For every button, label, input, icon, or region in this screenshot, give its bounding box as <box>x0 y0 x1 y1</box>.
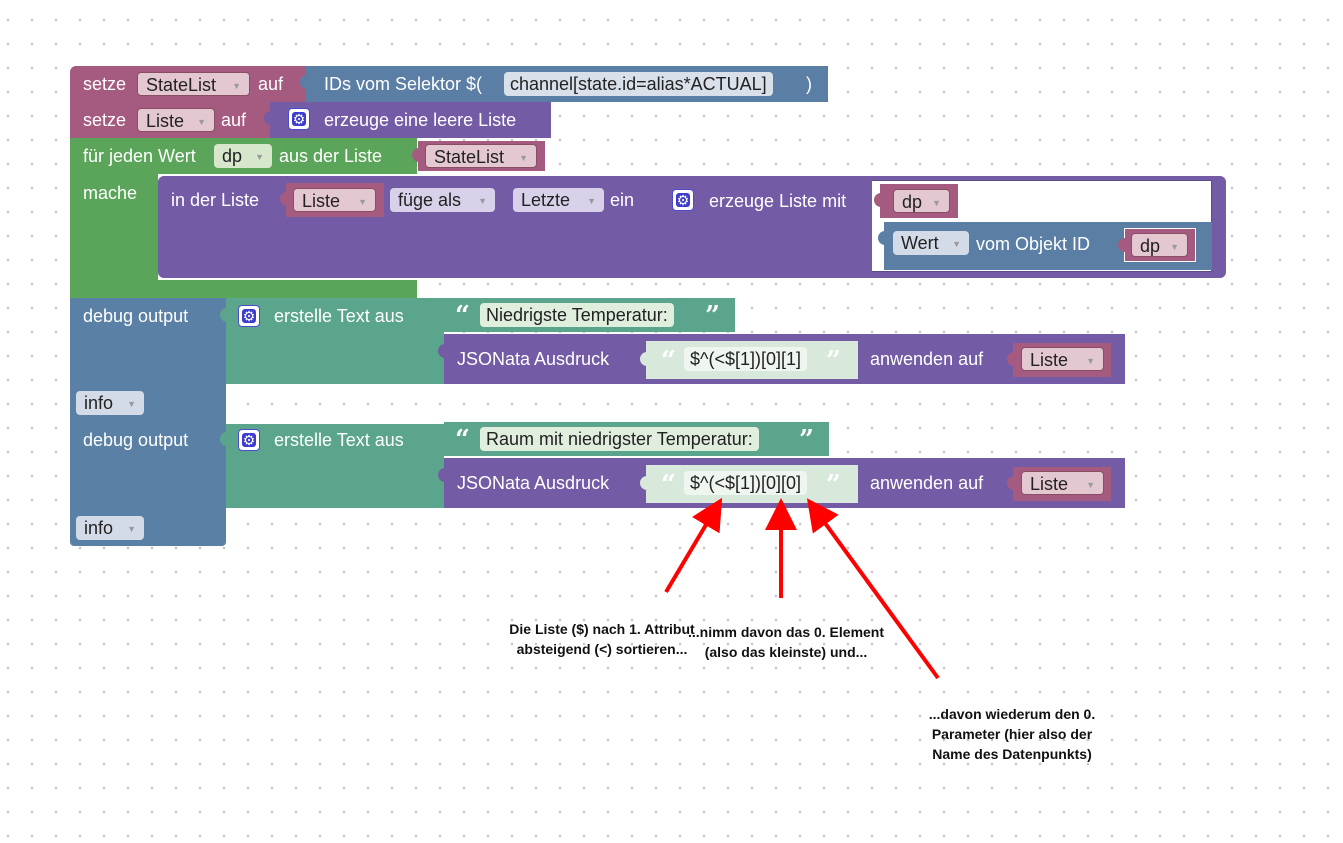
liste-apply-dropdown-1[interactable]: Liste <box>1021 347 1104 373</box>
connector-tab <box>1118 238 1125 252</box>
close-quote-icon: ” <box>705 301 720 331</box>
annotation-sort: Die Liste ($) nach 1. Attribut absteigen… <box>509 621 695 657</box>
jsonata-expr-input-2[interactable]: $^(<$[1])[0][0] <box>684 471 808 495</box>
auf-label: auf <box>258 74 284 94</box>
connector-tab <box>1007 476 1014 490</box>
apply-on-label: anwenden auf <box>870 349 984 369</box>
statelist-variable-dropdown[interactable]: StateList <box>137 72 250 98</box>
annotation-element: ...nimm davon das 0. Element (also das k… <box>687 624 885 660</box>
connector-tab <box>264 111 271 125</box>
gear-icon[interactable] <box>238 429 260 451</box>
liste-apply-dropdown-2[interactable]: Liste <box>1021 471 1104 497</box>
ein-label: ein <box>610 190 635 210</box>
connector-tab <box>438 308 445 322</box>
open-quote-icon: “ <box>455 301 470 331</box>
statelist-dropdown[interactable]: StateList <box>425 144 537 170</box>
gear-icon[interactable] <box>672 189 694 211</box>
insert-position-dropdown[interactable]: Letzte <box>513 188 604 213</box>
open-quote-icon: “ <box>661 346 676 376</box>
foreach-bottom-bar <box>70 280 417 298</box>
create-empty-list-label: erzeuge eine leere Liste <box>324 110 517 130</box>
from-list-label: aus der Liste <box>279 146 383 166</box>
auf-label: auf <box>221 110 247 130</box>
log-level-dropdown-1[interactable]: info <box>76 391 144 416</box>
connector-tab <box>300 75 307 89</box>
open-quote-icon: “ <box>455 425 470 455</box>
dp-variable-dropdown[interactable]: dp <box>214 144 272 169</box>
string-input-2[interactable]: Raum mit niedrigster Temperatur: <box>480 427 759 451</box>
connector-tab <box>220 308 227 322</box>
create-list-with-label: erzeuge Liste mit <box>709 191 847 211</box>
setze-label: setze <box>83 110 127 130</box>
do-label: mache <box>83 183 138 203</box>
apply-on-label: anwenden auf <box>870 473 984 493</box>
connector-tab <box>280 192 287 206</box>
setze-label: setze <box>83 74 127 94</box>
connector-tab <box>654 192 661 206</box>
value-attribute-dropdown[interactable]: Wert <box>893 231 969 256</box>
jsonata-label: JSONata Ausdruck <box>457 473 610 493</box>
connector-tab <box>1007 352 1014 366</box>
from-object-id-label: vom Objekt ID <box>976 234 1091 254</box>
create-text-label: erstelle Text aus <box>274 306 404 326</box>
string-input-1[interactable]: Niedrigste Temperatur: <box>480 303 674 327</box>
gear-icon[interactable] <box>288 108 310 130</box>
close-quote-icon: ” <box>826 346 841 376</box>
open-quote-icon: “ <box>661 470 676 500</box>
connector-tab <box>874 193 881 207</box>
gear-icon[interactable] <box>238 305 260 327</box>
debug-output-label: debug output <box>83 430 189 450</box>
jsonata-label: JSONata Ausdruck <box>457 349 610 369</box>
liste-dropdown[interactable]: Liste <box>293 188 376 214</box>
close-quote-icon: ” <box>826 470 841 500</box>
selector-value-input[interactable]: channel[state.id=alias*ACTUAL] <box>504 72 773 96</box>
jsonata-expr-input-1[interactable]: $^(<$[1])[0][1] <box>684 347 808 371</box>
foreach-label: für jeden Wert <box>83 146 196 166</box>
selector-close-paren: ) <box>806 74 812 94</box>
selector-label: IDs vom Selektor $( <box>324 74 483 94</box>
annotation-parameter: ...davon wiederum den 0. Parameter (hier… <box>928 706 1096 762</box>
arrow-sort <box>664 497 723 594</box>
connector-tab <box>220 432 227 446</box>
dp-object-id-dropdown[interactable]: dp <box>1131 233 1188 259</box>
connector-tab <box>438 344 445 358</box>
close-quote-icon: ” <box>799 425 814 455</box>
create-text-label: erstelle Text aus <box>274 430 404 450</box>
connector-tab <box>640 476 647 490</box>
connector-tab <box>878 231 885 245</box>
debug-output-label: debug output <box>83 306 189 326</box>
connector-tab <box>412 148 419 162</box>
connector-tab <box>640 352 647 366</box>
connector-tab <box>438 468 445 482</box>
insert-mode-dropdown[interactable]: füge als <box>390 188 495 213</box>
log-level-dropdown-2[interactable]: info <box>76 516 144 541</box>
in-list-label: in der Liste <box>171 190 260 210</box>
liste-variable-dropdown[interactable]: Liste <box>137 108 215 134</box>
dp-item-dropdown[interactable]: dp <box>893 189 950 215</box>
connector-tab <box>438 432 445 446</box>
